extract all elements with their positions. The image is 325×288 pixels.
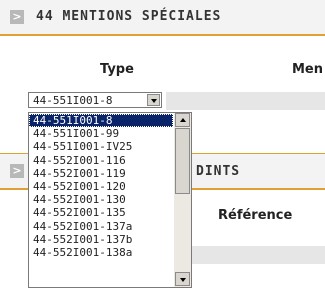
expand-arrow-icon[interactable]: > (10, 164, 24, 178)
list-item[interactable]: 44-552I001-120 (29, 180, 173, 193)
option-list: 44-551I001-8 44-551I001-99 44-551I001-IV… (29, 114, 173, 259)
chevron-down-icon (151, 99, 157, 103)
column-header-type: Type (100, 62, 134, 77)
scroll-down-button[interactable] (175, 272, 190, 286)
type-dropdown-list[interactable]: 44-551I001-8 44-551I001-99 44-551I001-IV… (28, 112, 192, 288)
list-item[interactable]: 44-552I001-119 (29, 167, 173, 180)
list-item[interactable]: 44-552I001-135 (29, 206, 173, 219)
row-band (166, 92, 325, 110)
list-item[interactable]: 44-552I001-116 (29, 154, 173, 167)
section-header-mentions: > 44 MENTIONS SPÉCIALES (0, 0, 325, 36)
section-title: DINTS (196, 164, 241, 179)
list-item[interactable]: 44-552I001-137a (29, 220, 173, 233)
list-item[interactable]: 44-552I001-137b (29, 233, 173, 246)
scroll-thumb[interactable] (175, 128, 190, 194)
column-header-reference: Référence (218, 208, 293, 223)
section-title: 44 MENTIONS SPÉCIALES (36, 9, 222, 24)
list-item[interactable]: 44-551I001-IV25 (29, 140, 173, 153)
list-item[interactable]: 44-551I001-99 (29, 127, 173, 140)
list-item[interactable]: 44-551I001-8 (29, 114, 173, 128)
chevron-down-icon (180, 278, 186, 282)
type-select-value: 44-551I001-8 (33, 94, 113, 107)
expand-arrow-icon[interactable]: > (10, 10, 24, 24)
row-band (192, 246, 325, 264)
scroll-up-button[interactable] (175, 113, 190, 127)
scrollbar[interactable] (174, 113, 191, 287)
column-header-mentions: Men (292, 62, 324, 77)
list-item[interactable]: 44-552I001-138a (29, 246, 173, 259)
list-item[interactable]: 44-552I001-130 (29, 193, 173, 206)
type-select[interactable]: 44-551I001-8 (28, 92, 162, 108)
chevron-up-icon (180, 118, 186, 122)
dropdown-button[interactable] (147, 94, 160, 106)
